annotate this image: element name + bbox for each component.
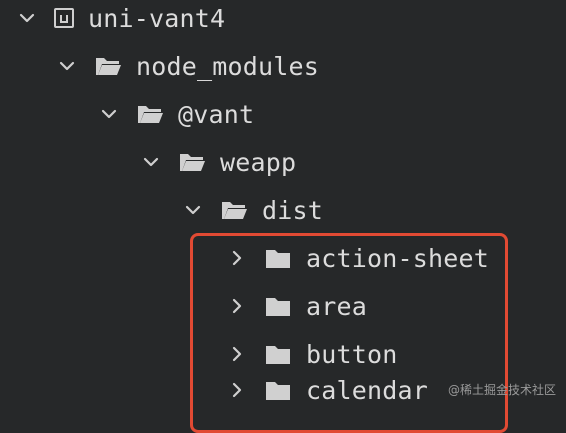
- tree-item-dist[interactable]: dist: [184, 190, 323, 230]
- chevron-right-icon[interactable]: [228, 297, 246, 315]
- tree-item-label: @vant: [178, 99, 255, 129]
- tree-item-label: dist: [262, 195, 324, 225]
- folder-open-icon: [220, 199, 248, 221]
- watermark: @稀土掘金技术社区: [447, 383, 556, 397]
- tree-item-label: area: [306, 291, 368, 321]
- file-tree: uni-vant4 node_modules @vant weapp dist …: [0, 0, 566, 433]
- tree-item-calendar[interactable]: calendar: [228, 370, 428, 410]
- tree-item-uni-vant4[interactable]: uni-vant4: [18, 0, 225, 38]
- folder-closed-icon: [264, 295, 292, 317]
- tree-item-node-modules[interactable]: node_modules: [58, 46, 319, 86]
- tree-item-weapp[interactable]: weapp: [142, 142, 296, 182]
- tree-item-label: uni-vant4: [88, 3, 226, 33]
- tree-item-action-sheet[interactable]: action-sheet: [228, 238, 489, 278]
- folder-closed-icon: [264, 379, 292, 401]
- tree-item-label: weapp: [220, 147, 297, 177]
- chevron-down-icon[interactable]: [184, 201, 202, 219]
- tree-item-area[interactable]: area: [228, 286, 367, 326]
- tree-item-vant[interactable]: @vant: [100, 94, 254, 134]
- folder-closed-icon: [264, 343, 292, 365]
- tree-item-label: action-sheet: [306, 243, 490, 273]
- tree-item-label: button: [306, 339, 398, 369]
- tree-item-button[interactable]: button: [228, 334, 398, 374]
- chevron-right-icon[interactable]: [228, 249, 246, 267]
- tree-item-label: node_modules: [136, 51, 320, 81]
- chevron-down-icon[interactable]: [18, 9, 36, 27]
- chevron-right-icon[interactable]: [228, 345, 246, 363]
- folder-open-icon: [136, 103, 164, 125]
- folder-closed-icon: [264, 247, 292, 269]
- project-root-icon: [54, 8, 74, 28]
- tree-item-label: calendar: [306, 375, 429, 405]
- chevron-down-icon[interactable]: [142, 153, 160, 171]
- chevron-down-icon[interactable]: [58, 57, 76, 75]
- folder-open-icon: [94, 55, 122, 77]
- chevron-down-icon[interactable]: [100, 105, 118, 123]
- folder-open-icon: [178, 151, 206, 173]
- chevron-right-icon[interactable]: [228, 381, 246, 399]
